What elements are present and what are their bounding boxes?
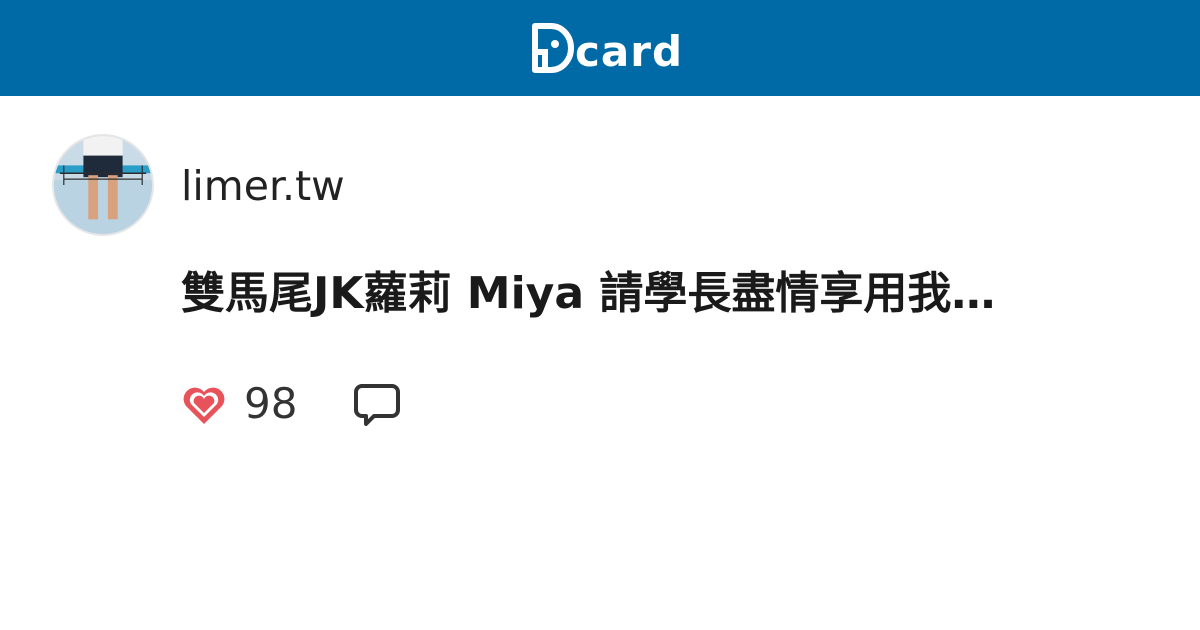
author-name[interactable]: limer.tw <box>181 161 345 211</box>
avatar-image <box>54 136 152 234</box>
dcard-d-icon <box>532 23 574 73</box>
header-bar: card <box>0 0 1200 96</box>
dcard-logo[interactable]: card <box>531 20 682 76</box>
comment-bubble-icon[interactable] <box>352 380 402 430</box>
avatar[interactable] <box>52 134 154 236</box>
like-count: 98 <box>244 379 298 428</box>
logo-wordmark: card <box>575 27 684 76</box>
post-title[interactable]: 雙馬尾JK蘿莉 Miya 請學長盡情享用我… <box>181 262 1141 326</box>
heart-icon[interactable] <box>180 380 228 428</box>
